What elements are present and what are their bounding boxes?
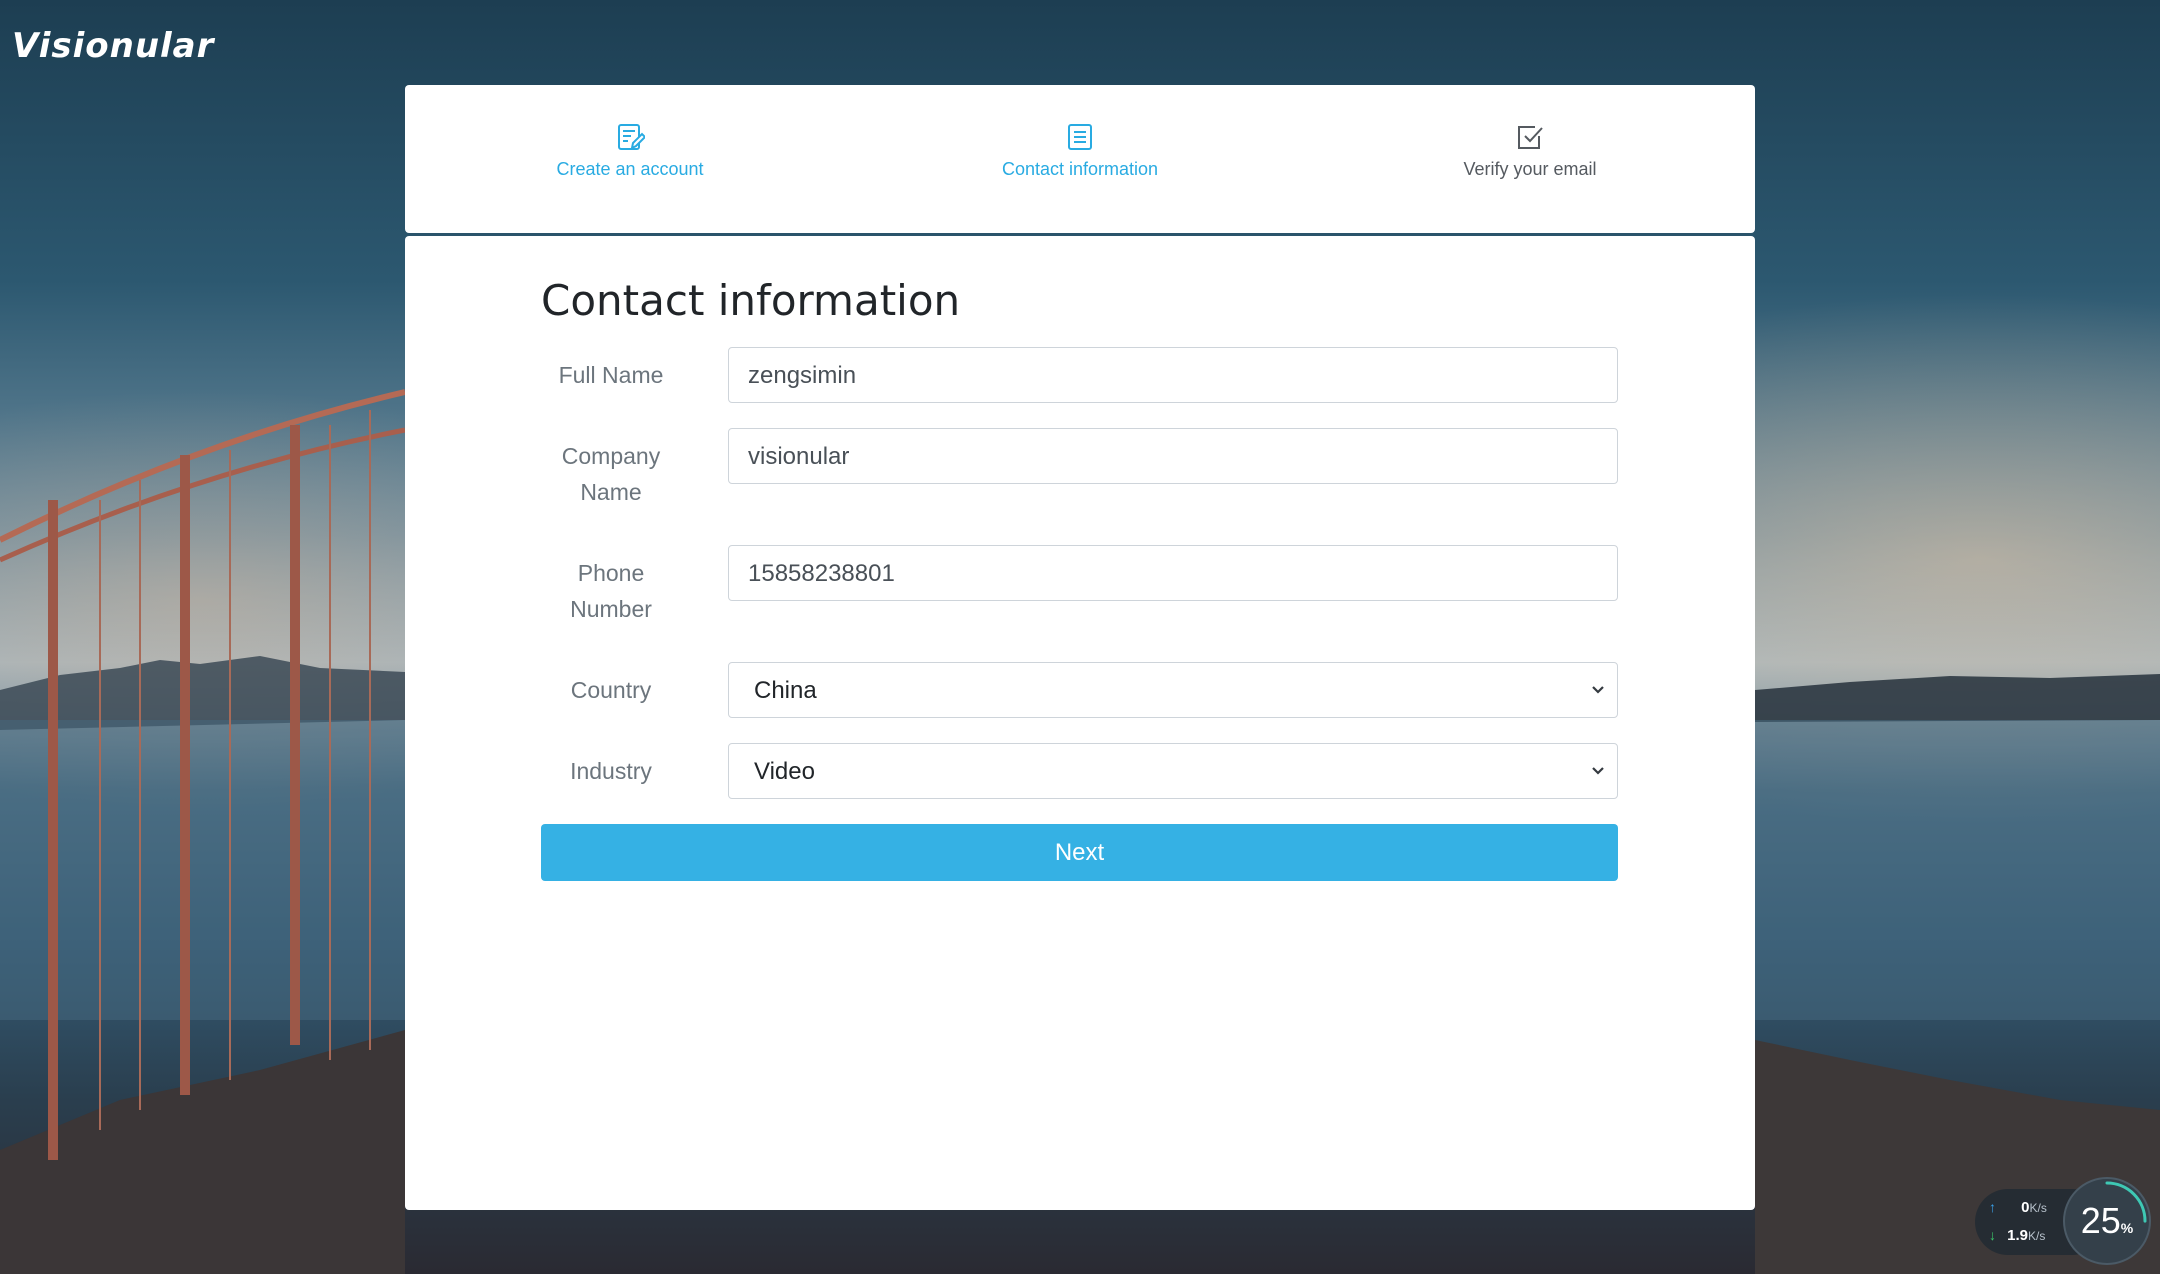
next-button[interactable]: Next — [541, 824, 1618, 881]
full-name-label: Full Name — [558, 362, 664, 388]
country-label: Country — [570, 677, 652, 703]
step-label: Contact information — [1001, 159, 1159, 179]
step-label: Create an account — [556, 159, 704, 179]
phone-number-label: Phone Number — [570, 560, 652, 622]
company-name-value: visionular — [748, 443, 850, 470]
usage-percent: 25% — [2080, 1200, 2134, 1241]
full-name-value: zengsimin — [748, 362, 857, 389]
country-selected-value: China — [754, 677, 817, 704]
step-create-account[interactable]: Create an account — [405, 85, 855, 233]
chevron-down-icon — [1592, 767, 1604, 775]
industry-label: Industry — [570, 758, 652, 784]
visionular-logo[interactable]: Visionular — [12, 26, 214, 66]
industry-select[interactable]: Video — [728, 743, 1618, 799]
company-name-input[interactable]: visionular — [728, 428, 1618, 484]
phone-number-value: 15858238801 — [748, 560, 895, 587]
network-monitor-widget[interactable]: ↑ 0K/s ↓ 1.9K/s 25% — [1975, 1175, 2151, 1265]
step-verify-email[interactable]: Verify your email — [1305, 85, 1755, 233]
list-document-icon — [1068, 124, 1092, 150]
country-select[interactable]: China — [728, 662, 1618, 718]
chevron-down-icon — [1592, 686, 1604, 694]
checkbox-icon — [1518, 126, 1543, 149]
contact-form: Contact information Full Name zengsimin … — [405, 236, 1755, 1210]
industry-selected-value: Video — [754, 758, 815, 785]
usage-gauge: 25% — [2063, 1177, 2151, 1265]
upload-speed: ↑ 0K/s — [1989, 1199, 2047, 1216]
progress-steps: Create an account Contact information Ve… — [405, 85, 1755, 233]
phone-number-input[interactable]: 15858238801 — [728, 545, 1618, 601]
company-name-label: Company Name — [561, 443, 661, 505]
upload-arrow-icon: ↑ — [1989, 1199, 1996, 1215]
edit-document-icon — [618, 124, 645, 150]
page-title: Contact information — [541, 276, 961, 325]
step-label: Verify your email — [1463, 159, 1597, 179]
download-arrow-icon: ↓ — [1989, 1227, 1996, 1243]
step-contact-information[interactable]: Contact information — [855, 85, 1305, 233]
download-speed: ↓ 1.9K/s — [1989, 1227, 2046, 1244]
full-name-input[interactable]: zengsimin — [728, 347, 1618, 403]
